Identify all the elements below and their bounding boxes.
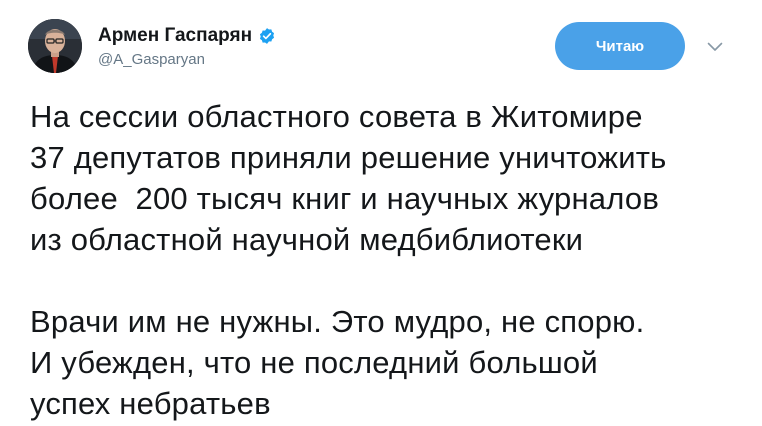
tweet-text: На сессии областного совета в Житомире 3… xyxy=(30,96,745,424)
author-names: Армен Гаспарян @A_Gasparyan xyxy=(98,25,276,68)
verified-badge-icon xyxy=(258,27,276,45)
tweet-text-line: Врачи им не нужны. Это мудро, не спорю. xyxy=(30,304,645,339)
name-row: Армен Гаспарян xyxy=(98,25,276,47)
user-handle[interactable]: @A_Gasparyan xyxy=(98,51,276,68)
chevron-down-icon xyxy=(707,42,723,51)
avatar[interactable] xyxy=(28,19,82,73)
tweet-card: Армен Гаспарян @A_Gasparyan Читаю На сес… xyxy=(0,0,762,426)
tweet-text-line: успех небратьев xyxy=(30,386,271,421)
tweet-text-line: из областной научной медбиблиотеки xyxy=(30,222,584,257)
tweet-text-line: И убежден, что не последний большой xyxy=(30,345,598,380)
avatar-photo-icon xyxy=(28,19,82,73)
tweet-header: Армен Гаспарян @A_Gasparyan xyxy=(28,14,276,78)
more-options-button[interactable] xyxy=(704,38,726,56)
follow-button[interactable]: Читаю xyxy=(555,22,685,70)
tweet-text-line: более 200 тысяч книг и научных журналов xyxy=(30,181,659,216)
tweet-text-line: На сессии областного совета в Житомире xyxy=(30,99,643,134)
tweet-text-line: 37 депутатов приняли решение уничтожить xyxy=(30,140,667,175)
display-name[interactable]: Армен Гаспарян xyxy=(98,25,252,47)
